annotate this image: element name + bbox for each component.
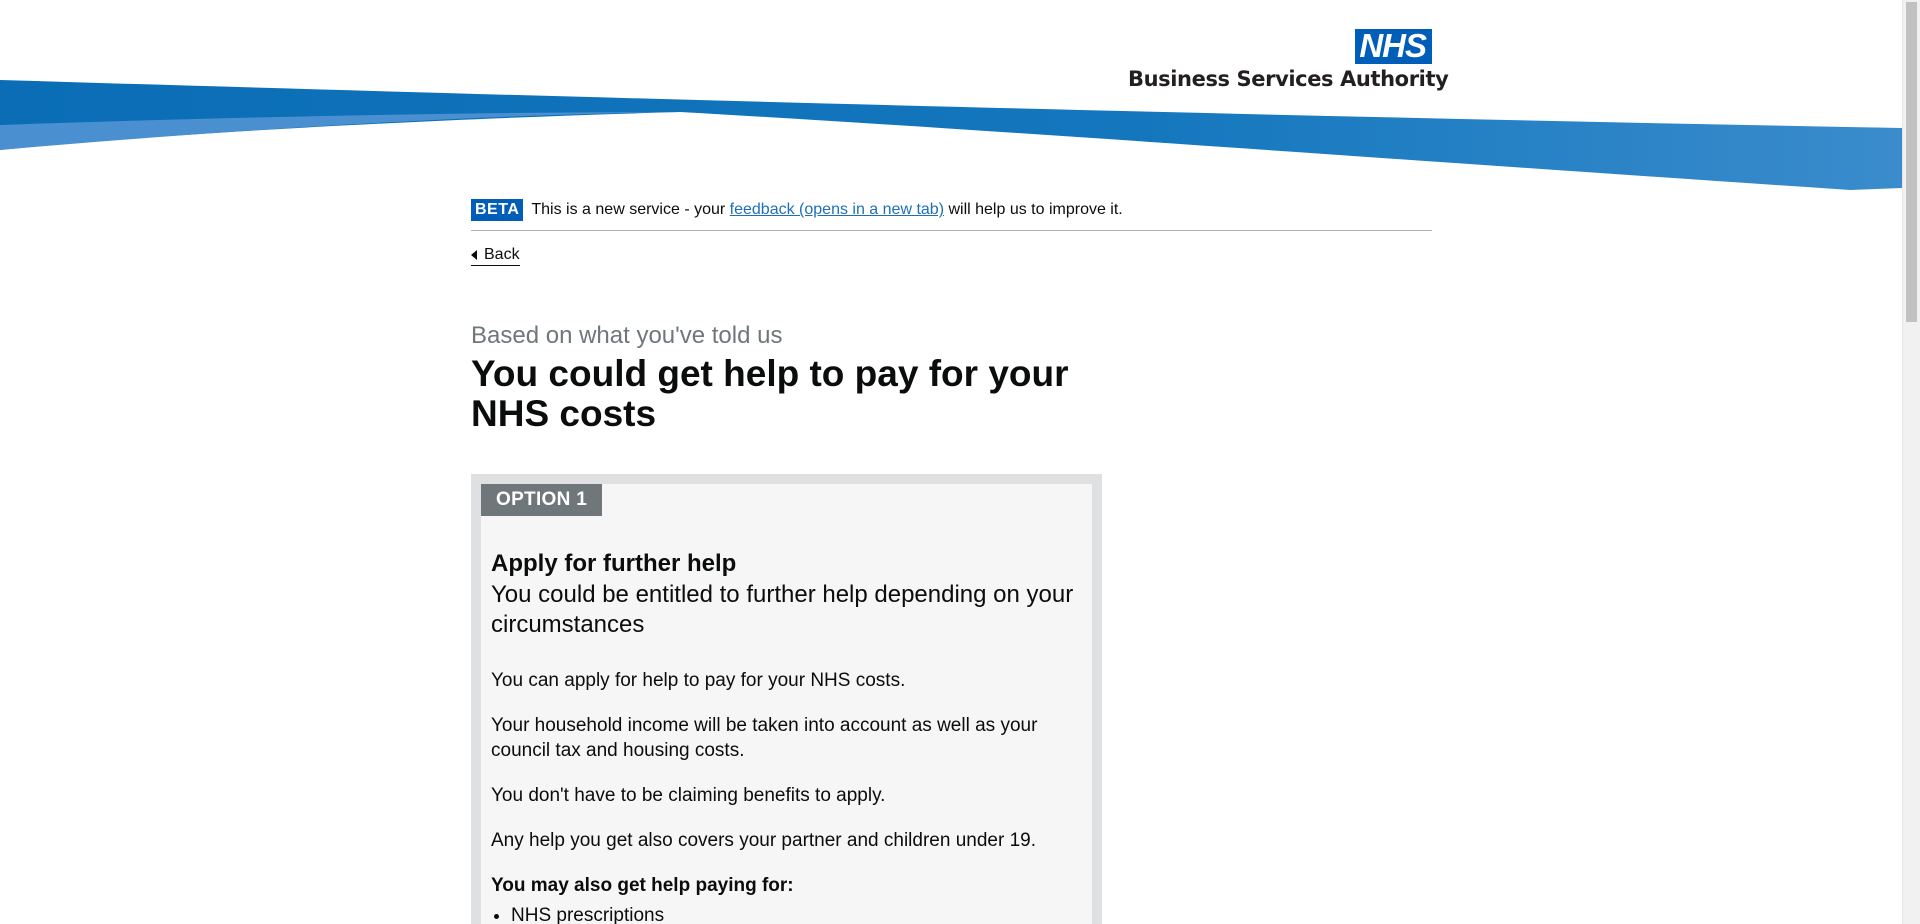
back-arrow-icon xyxy=(471,250,477,260)
phase-text-before: This is a new service - your xyxy=(531,201,730,218)
feedback-link[interactable]: feedback (opens in a new tab) xyxy=(730,201,944,218)
option-paragraph: Your household income will be taken into… xyxy=(491,715,1038,761)
help-list: NHS prescriptions xyxy=(491,903,1081,924)
list-heading: You may also get help paying for: xyxy=(491,875,794,896)
phase-banner: BETA This is a new service - your feedba… xyxy=(471,198,1432,222)
page-title: You could get help to pay for your NHS c… xyxy=(471,353,1069,434)
phase-banner-text: This is a new service - your feedback (o… xyxy=(531,201,1122,219)
back-link[interactable]: Back xyxy=(471,246,520,266)
page-caption: Based on what you've told us xyxy=(471,322,783,349)
header-swoosh xyxy=(0,80,1902,190)
nhs-bsa-logo[interactable]: NHS Business Services Authority xyxy=(1128,29,1449,92)
option-tag: OPTION 1 xyxy=(481,484,603,516)
option-1-panel: OPTION 1 Apply for further help You coul… xyxy=(471,474,1102,924)
vertical-scrollbar[interactable] xyxy=(1902,0,1920,924)
organisation-name: Business Services Authority xyxy=(1128,67,1449,91)
phase-text-after: will help us to improve it. xyxy=(944,201,1123,218)
back-link-label: Back xyxy=(484,246,520,263)
divider xyxy=(471,230,1432,231)
scrollbar-thumb[interactable] xyxy=(1906,2,1917,322)
option-paragraph: You don't have to be claiming benefits t… xyxy=(491,785,886,806)
nhs-logo-mark: NHS xyxy=(1355,29,1432,64)
option-paragraph: You can apply for help to pay for your N… xyxy=(491,670,906,691)
page: NHS Business Services Authority BETA Thi… xyxy=(0,0,1902,924)
option-title: Apply for further help xyxy=(491,550,737,577)
main-content: BETA This is a new service - your feedba… xyxy=(471,198,1432,924)
option-paragraph: Any help you get also covers your partne… xyxy=(491,830,1036,851)
list-item: NHS prescriptions xyxy=(491,903,1081,924)
option-content: Apply for further help You could be enti… xyxy=(491,550,1081,924)
beta-tag: BETA xyxy=(471,199,524,221)
option-subtitle: You could be entitled to further help de… xyxy=(491,581,1074,638)
